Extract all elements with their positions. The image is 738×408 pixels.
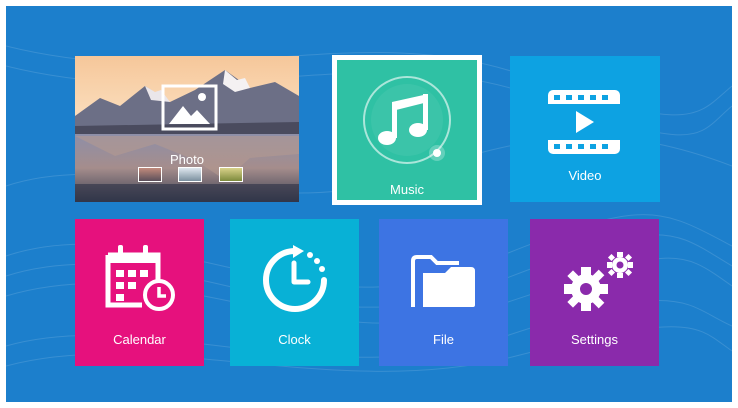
home-screen: Photo Music Video Calendar Clock File Se… <box>6 6 732 402</box>
gears-icon <box>564 252 633 311</box>
clock-label: Clock <box>278 332 311 347</box>
photo-thumbnail-1[interactable] <box>138 167 162 182</box>
music-note-icon <box>363 76 451 164</box>
file-tile[interactable]: File <box>379 219 508 366</box>
landscape-icon <box>161 84 218 131</box>
clock-tile[interactable]: Clock <box>230 219 359 366</box>
photo-tile[interactable]: Photo <box>75 56 299 202</box>
folder-icon <box>411 255 475 307</box>
file-label: File <box>433 332 454 347</box>
music-tile[interactable]: Music <box>332 55 482 205</box>
calendar-tile[interactable]: Calendar <box>75 219 204 366</box>
video-tile[interactable]: Video <box>510 56 660 202</box>
photo-label: Photo <box>170 152 204 167</box>
clock-icon <box>263 245 327 312</box>
calendar-clock-icon <box>105 245 175 311</box>
calendar-label: Calendar <box>113 332 166 347</box>
video-label: Video <box>568 168 602 183</box>
settings-label: Settings <box>571 332 618 347</box>
photo-thumbnail-3[interactable] <box>219 167 243 182</box>
film-play-icon <box>548 90 620 154</box>
photo-thumbnail-2[interactable] <box>178 167 202 182</box>
settings-tile[interactable]: Settings <box>530 219 659 366</box>
music-label: Music <box>390 182 424 197</box>
